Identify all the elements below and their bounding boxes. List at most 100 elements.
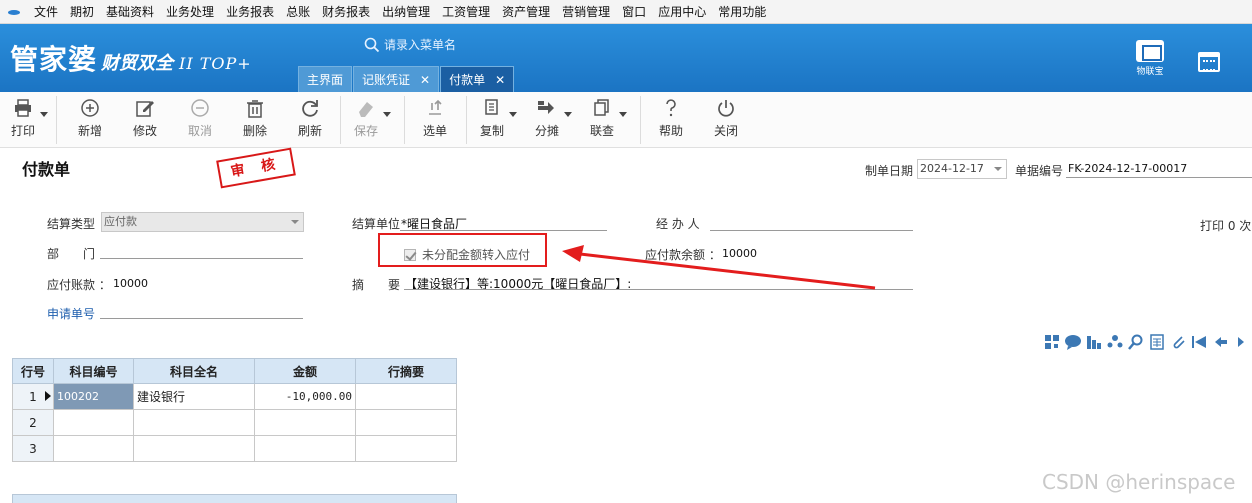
menu-window[interactable]: 窗口 xyxy=(616,0,652,24)
menu-common[interactable]: 常用功能 xyxy=(712,0,772,24)
menu-ledger[interactable]: 总账 xyxy=(280,0,316,24)
amount-cell[interactable] xyxy=(254,435,356,462)
new-button[interactable]: 新增 xyxy=(67,98,113,139)
tab-bar: 主界面 记账凭证 ✕ 付款单 ✕ xyxy=(298,66,515,92)
bar-chart-icon[interactable] xyxy=(1084,333,1104,351)
dept-label: 部 门 xyxy=(47,247,96,261)
account-name-cell[interactable] xyxy=(133,435,255,462)
handler-field[interactable] xyxy=(710,230,913,231)
account-name-cell[interactable]: 建设银行 xyxy=(133,383,255,410)
chevron-down-icon[interactable] xyxy=(564,112,572,117)
apply-no-field[interactable] xyxy=(100,318,303,319)
app-logo-icon xyxy=(6,7,22,17)
menu-opening[interactable]: 期初 xyxy=(64,0,100,24)
menu-business[interactable]: 业务处理 xyxy=(160,0,220,24)
amount-cell[interactable]: -10,000.00 xyxy=(254,383,356,410)
documents-icon xyxy=(594,99,609,116)
table-header-row: 行号 科目编号 科目全名 金额 行摘要 xyxy=(12,358,457,384)
close-icon[interactable]: ✕ xyxy=(495,67,505,93)
link-label: 联查 xyxy=(589,124,614,138)
chevron-down-icon[interactable] xyxy=(40,112,48,117)
menu-cashier[interactable]: 出纳管理 xyxy=(376,0,436,24)
refresh-icon xyxy=(302,100,318,117)
settle-type-select[interactable]: 应付款 xyxy=(101,212,304,232)
menu-file[interactable]: 文件 xyxy=(28,0,64,24)
table-row[interactable]: 3 xyxy=(12,435,457,462)
paperclip-icon[interactable] xyxy=(1168,333,1188,351)
prev-page-icon[interactable] xyxy=(1210,333,1230,351)
menu-assets[interactable]: 资产管理 xyxy=(496,0,556,24)
table-row[interactable]: 1 100202 建设银行 -10,000.00 xyxy=(12,383,457,410)
col-account-name[interactable]: 科目全名 xyxy=(133,358,255,384)
tab-payment[interactable]: 付款单 ✕ xyxy=(440,66,515,93)
close-button[interactable]: 关闭 xyxy=(703,98,749,139)
menu-app-center[interactable]: 应用中心 xyxy=(652,0,712,24)
col-row-memo[interactable]: 行摘要 xyxy=(355,358,457,384)
users-icon[interactable] xyxy=(1105,333,1125,351)
menu-search[interactable]: 请录入菜单名 xyxy=(364,36,456,53)
date-picker[interactable]: 2024-12-17 xyxy=(917,159,1007,179)
qr-code-icon[interactable] xyxy=(1042,333,1062,351)
account-name-cell[interactable] xyxy=(133,409,255,436)
tab-voucher[interactable]: 记账凭证 ✕ xyxy=(353,66,440,93)
cancel-button[interactable]: 取消 xyxy=(177,98,223,139)
print-button[interactable]: 打印 xyxy=(0,98,48,139)
help-label: 帮助 xyxy=(658,124,683,138)
memo-cell[interactable] xyxy=(355,383,457,410)
link-query-button[interactable]: 联查 xyxy=(579,98,627,139)
split-label: 分摊 xyxy=(534,124,559,138)
minus-circle-icon xyxy=(191,99,209,117)
search-icon[interactable] xyxy=(1126,333,1146,351)
close-icon[interactable]: ✕ xyxy=(420,67,430,93)
date-label: 制单日期 xyxy=(865,164,914,178)
delete-button[interactable]: 删除 xyxy=(232,98,278,139)
memo-cell[interactable] xyxy=(355,435,457,462)
number-label: 单据编号 xyxy=(1015,164,1064,178)
account-code-cell[interactable] xyxy=(53,435,134,462)
menu-payroll[interactable]: 工资管理 xyxy=(436,0,496,24)
chevron-down-icon[interactable] xyxy=(383,112,391,117)
settle-unit-underline xyxy=(400,230,607,231)
menu-basic-data[interactable]: 基础资料 xyxy=(100,0,160,24)
search-icon xyxy=(364,37,380,52)
delete-label: 删除 xyxy=(242,124,267,138)
edit-button[interactable]: 修改 xyxy=(122,98,168,139)
first-page-icon[interactable] xyxy=(1189,333,1209,351)
unallocated-to-payable-checkbox[interactable]: 未分配金额转入应付 xyxy=(404,246,530,263)
col-amount[interactable]: 金额 xyxy=(254,358,356,384)
tab-home[interactable]: 主界面 xyxy=(298,66,353,92)
next-page-icon[interactable] xyxy=(1231,333,1251,351)
amount-cell[interactable] xyxy=(254,409,356,436)
iot-button[interactable]: 物联宝 xyxy=(1132,40,1168,77)
edit-label: 修改 xyxy=(132,124,157,138)
menu-business-report[interactable]: 业务报表 xyxy=(220,0,280,24)
chevron-down-icon[interactable] xyxy=(509,112,517,117)
import-icon xyxy=(429,99,442,115)
chat-icon[interactable] xyxy=(1063,333,1083,351)
col-row-no[interactable]: 行号 xyxy=(12,358,54,384)
calendar-icon[interactable] xyxy=(1198,52,1220,72)
row-number-cell: 2 xyxy=(12,409,54,436)
table-row[interactable]: 2 xyxy=(12,409,457,436)
plus-circle-icon xyxy=(81,99,99,117)
split-button[interactable]: 分摊 xyxy=(524,98,572,139)
memo-cell[interactable] xyxy=(355,409,457,436)
col-account-code[interactable]: 科目编号 xyxy=(53,358,134,384)
menu-finance-report[interactable]: 财务报表 xyxy=(316,0,376,24)
calculator-icon[interactable] xyxy=(1147,333,1167,351)
annotation-arrow xyxy=(562,245,876,290)
account-code-cell[interactable] xyxy=(53,409,134,436)
print-count: 打印 0 次 xyxy=(1200,219,1252,233)
brand-logo: 管家婆 财贸双全 II TOP+ xyxy=(10,38,252,78)
tab-payment-label: 付款单 xyxy=(449,72,486,87)
select-order-button[interactable]: 选单 xyxy=(412,98,458,139)
refresh-button[interactable]: 刷新 xyxy=(287,98,333,139)
dept-field[interactable] xyxy=(100,258,303,259)
help-button[interactable]: 帮助 xyxy=(648,98,694,139)
question-icon xyxy=(666,99,676,117)
menu-marketing[interactable]: 营销管理 xyxy=(556,0,616,24)
account-code-cell[interactable]: 100202 xyxy=(53,383,134,410)
copy-button[interactable]: 复制 xyxy=(469,98,517,139)
chevron-down-icon[interactable] xyxy=(619,112,627,117)
save-button[interactable]: 保存 xyxy=(343,98,391,139)
